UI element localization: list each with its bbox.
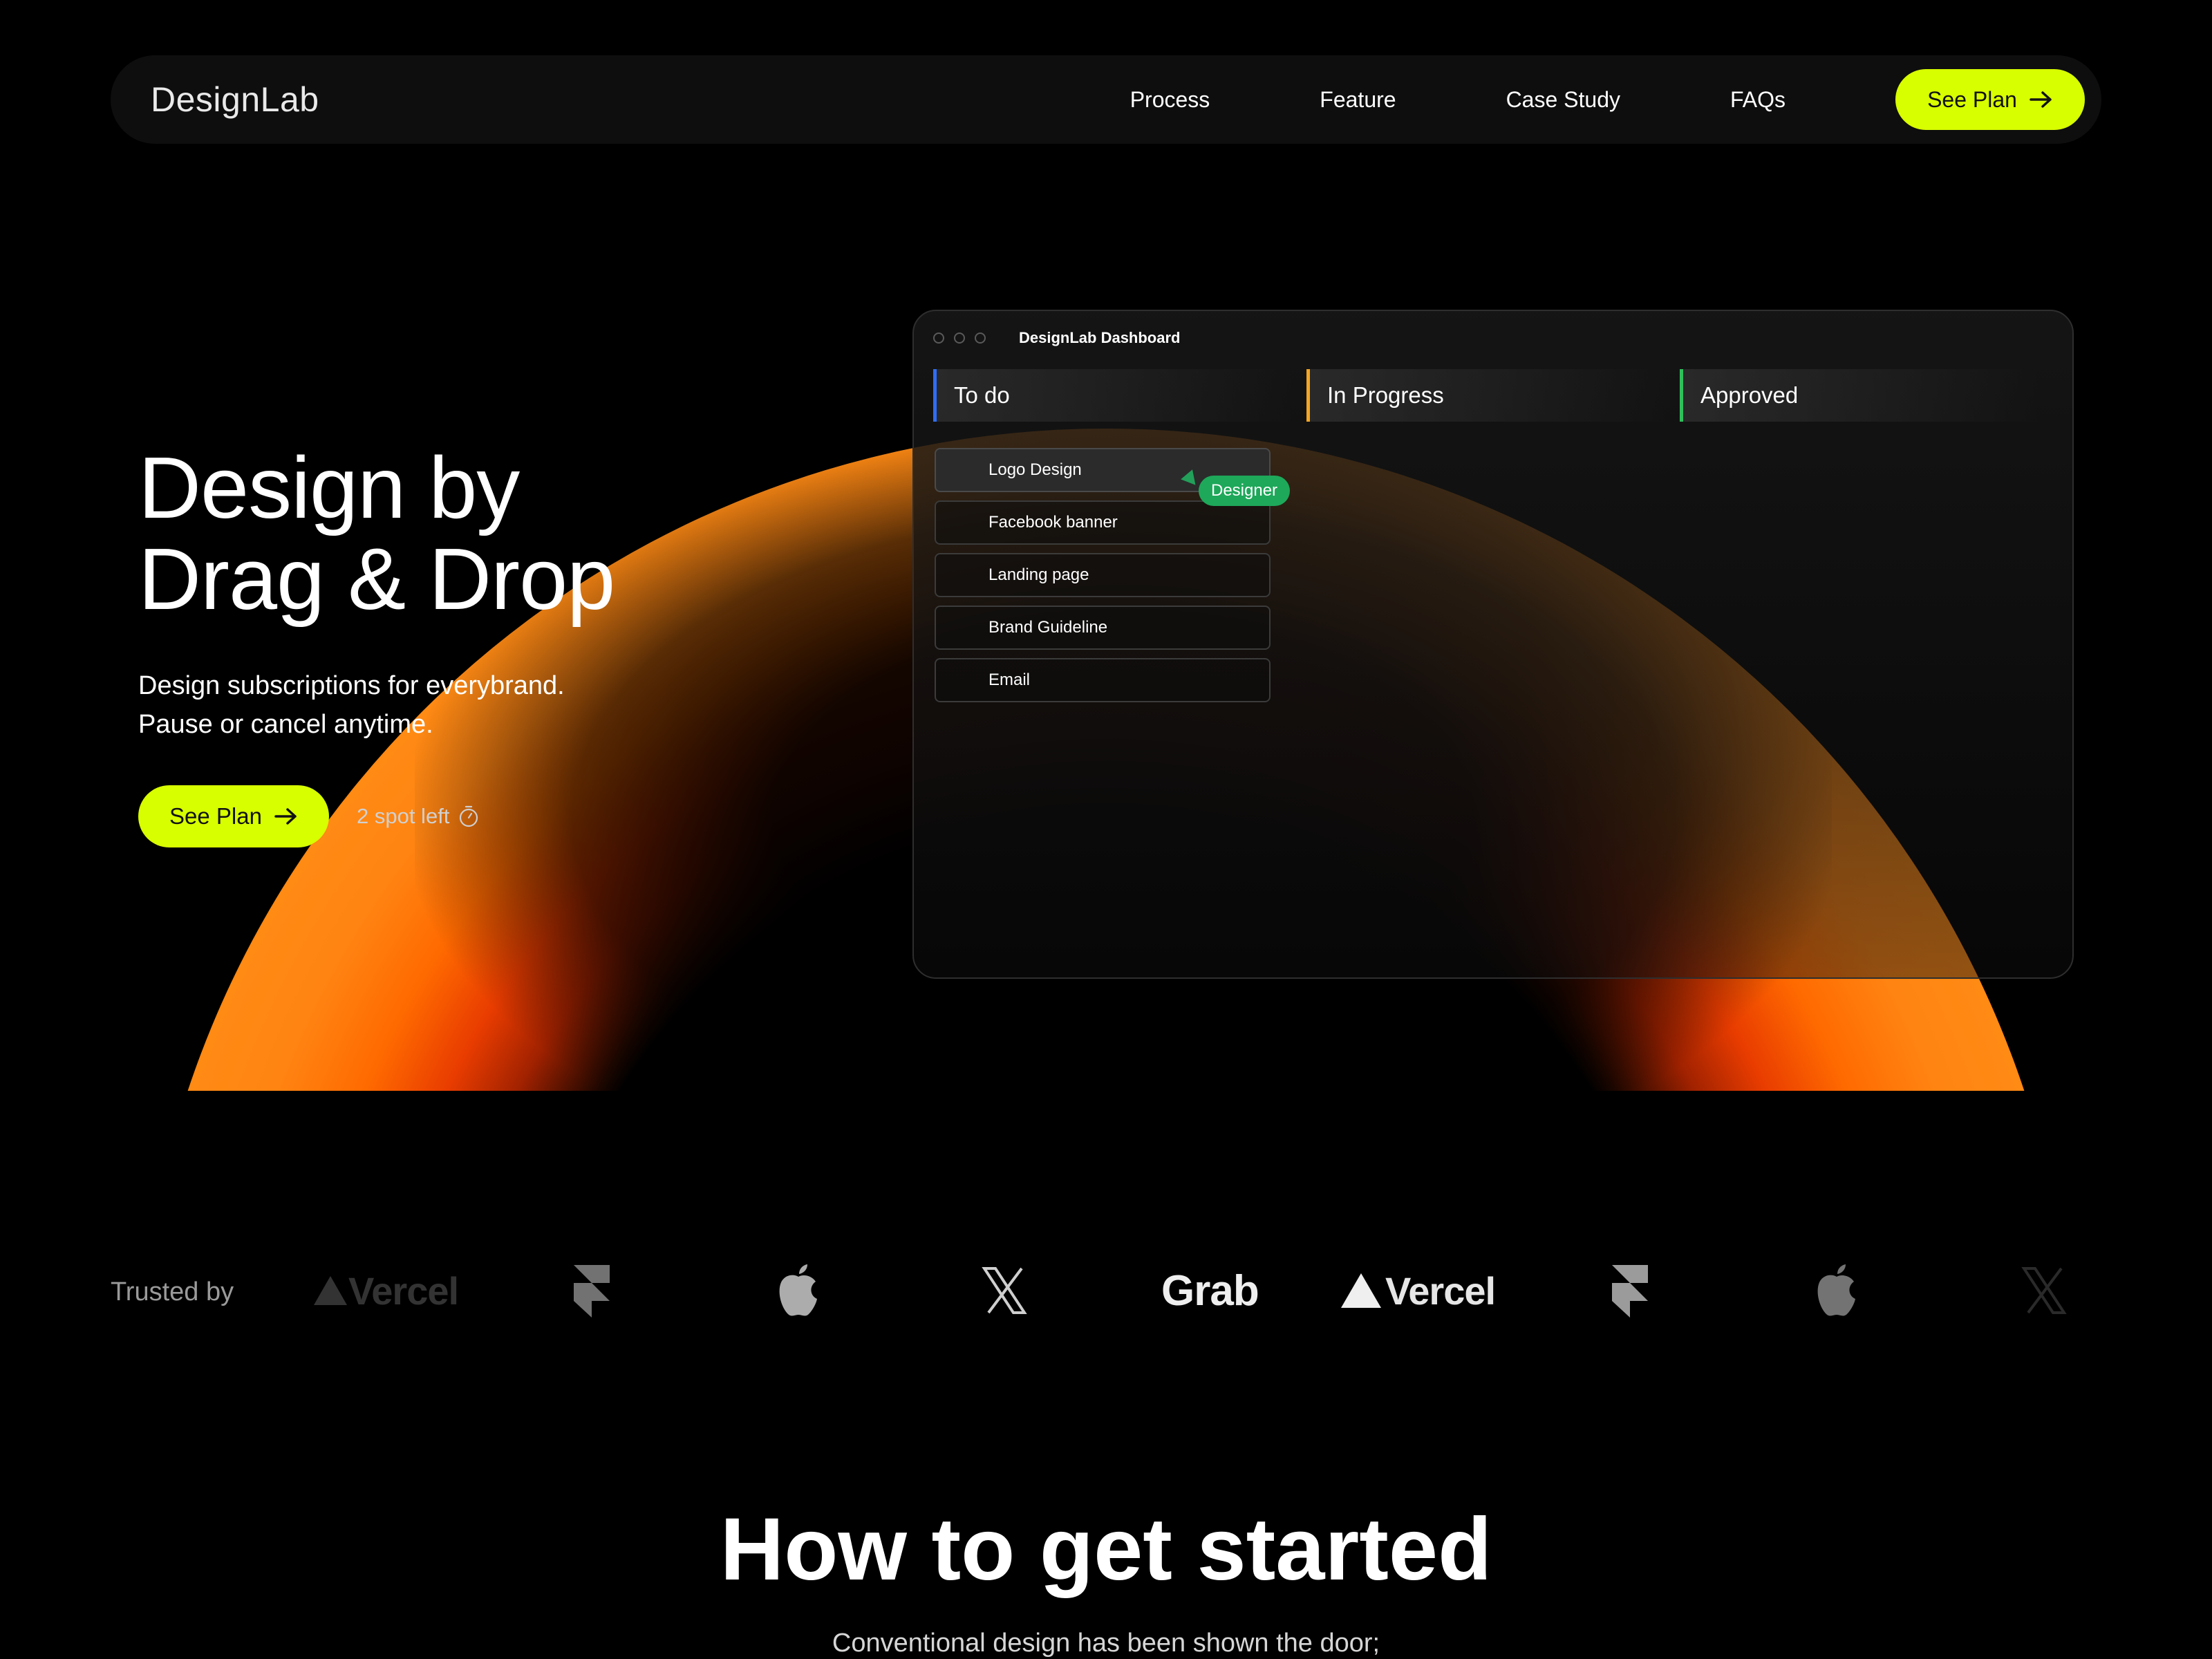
hero-subtitle-line2: Pause or cancel anytime. xyxy=(138,710,433,739)
vercel-triangle-icon xyxy=(314,1276,347,1305)
task-card[interactable]: Facebook banner xyxy=(935,500,1271,545)
column-in-progress-label: In Progress xyxy=(1327,382,1444,408)
window-titlebar: DesignLab Dashboard xyxy=(933,329,1180,347)
dashboard-title: DesignLab Dashboard xyxy=(1019,329,1181,346)
framer-icon xyxy=(574,1265,610,1318)
x-icon xyxy=(982,1267,1027,1314)
grab-wordmark: Grab xyxy=(1161,1266,1259,1315)
vercel-wordmark: Vercel xyxy=(348,1268,459,1313)
window-maximize-dot[interactable] xyxy=(975,332,986,344)
hero-subtitle: Design subscriptions for everybrand. Pau… xyxy=(138,666,565,744)
x-logo xyxy=(982,1253,1027,1329)
hero-title: Design by Drag & Drop xyxy=(138,442,615,625)
how-to-get-started-subtitle: Conventional design has been shown the d… xyxy=(832,1629,1380,1658)
x-logo xyxy=(2021,1253,2067,1329)
column-approved: Approved xyxy=(1680,369,2039,422)
vercel-triangle-icon xyxy=(1341,1273,1381,1308)
grab-logo: Grab xyxy=(1161,1253,1259,1329)
apple-logo xyxy=(1815,1253,1858,1329)
column-todo: To do xyxy=(933,369,1293,422)
stopwatch-icon xyxy=(460,805,478,827)
column-in-progress-accent xyxy=(1306,369,1310,422)
x-icon xyxy=(2021,1267,2067,1314)
how-to-get-started-heading: How to get started xyxy=(720,1500,1492,1599)
hero-see-plan-button[interactable]: See Plan xyxy=(138,785,329,847)
task-card[interactable]: Email xyxy=(935,658,1271,702)
hero-title-line2: Drag & Drop xyxy=(138,530,615,628)
column-todo-accent xyxy=(933,369,937,422)
apple-icon xyxy=(779,1264,817,1316)
designer-cursor-badge: Designer xyxy=(1199,476,1291,506)
column-in-progress: In Progress xyxy=(1306,369,1666,422)
dashboard-window: DesignLab Dashboard To do In Progress Ap… xyxy=(912,310,2074,979)
apple-icon xyxy=(1817,1264,1855,1316)
column-todo-label: To do xyxy=(954,382,1010,408)
hero-see-plan-label: See Plan xyxy=(169,803,262,829)
column-approved-accent xyxy=(1680,369,1683,422)
framer-logo xyxy=(1611,1253,1649,1329)
hero-cta-row: See Plan 2 spot left xyxy=(138,785,480,847)
spots-left-text: 2 spot left xyxy=(357,804,450,828)
trusted-by-label: Trusted by xyxy=(111,1277,234,1306)
window-minimize-dot[interactable] xyxy=(954,332,965,344)
framer-icon xyxy=(1612,1265,1648,1318)
task-card[interactable]: Brand Guideline xyxy=(935,606,1271,650)
arrow-right-icon xyxy=(274,808,297,825)
hero-subtitle-line1: Design subscriptions for everybrand. xyxy=(138,671,565,700)
framer-logo xyxy=(572,1253,611,1329)
spots-left: 2 spot left xyxy=(357,804,480,829)
window-close-dot[interactable] xyxy=(933,332,944,344)
vercel-logo: Vercel xyxy=(312,1253,459,1329)
column-approved-label: Approved xyxy=(1700,382,1799,408)
task-card[interactable]: Landing page xyxy=(935,553,1271,597)
vercel-logo: Vercel xyxy=(1340,1253,1496,1329)
apple-logo xyxy=(777,1253,820,1329)
vercel-wordmark: Vercel xyxy=(1385,1268,1496,1313)
hero-title-line1: Design by xyxy=(138,439,520,536)
